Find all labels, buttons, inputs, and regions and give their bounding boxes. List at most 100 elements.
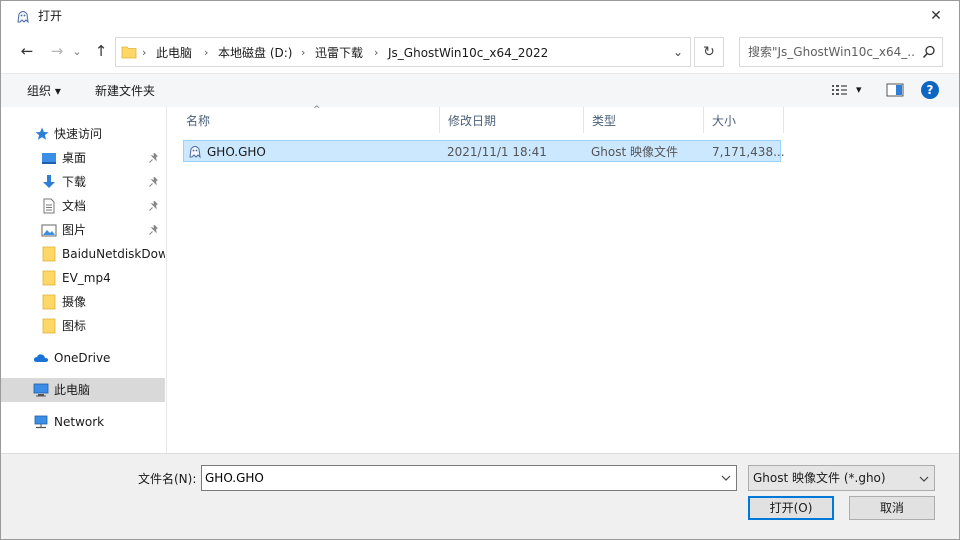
sidebar-item-quick-access[interactable]: 快速访问: [1, 122, 165, 146]
file-list-pane: 名称 ^ 修改日期 类型 大小 GHO.GHO 2021/11/1 18:41 …: [168, 105, 958, 453]
column-header-type[interactable]: 类型: [584, 107, 704, 133]
folder-icon: [42, 294, 56, 310]
breadcrumb-this-pc[interactable]: 此电脑: [156, 45, 192, 61]
refresh-button[interactable]: ↻: [694, 37, 724, 67]
sort-ascending-icon: ^: [313, 105, 321, 115]
file-type: Ghost 映像文件: [591, 145, 679, 159]
file-name-label: 文件名(N):: [138, 472, 197, 486]
sidebar-item-label: 此电脑: [54, 383, 91, 397]
close-button[interactable]: ✕: [913, 1, 959, 31]
folder-icon: [42, 318, 56, 334]
back-arrow-icon: ←: [20, 42, 34, 60]
file-row[interactable]: GHO.GHO 2021/11/1 18:41 Ghost 映像文件 7,171…: [183, 140, 785, 162]
sidebar-item-icons[interactable]: 图标: [1, 314, 165, 338]
breadcrumb-local-disk-d[interactable]: 本地磁盘 (D:): [218, 45, 292, 61]
refresh-icon: ↻: [703, 44, 715, 60]
file-modified: 2021/11/1 18:41: [447, 145, 547, 159]
picture-icon: [41, 224, 57, 237]
sidebar-item-label: 快速访问: [54, 127, 103, 141]
open-button[interactable]: 打开(O): [748, 496, 834, 520]
column-header-name[interactable]: 名称 ^: [178, 105, 440, 133]
sidebar-item-label: Network: [54, 415, 105, 429]
recent-locations-button[interactable]: ⌄: [69, 39, 85, 63]
view-details-icon[interactable]: [831, 82, 849, 98]
ghost-file-icon: [189, 146, 201, 159]
address-bar[interactable]: › 此电脑 › 本地磁盘 (D:) › 迅雷下载 › Js_GhostWin10…: [115, 37, 691, 67]
up-arrow-icon: ↑: [94, 42, 108, 60]
pin-icon: [149, 199, 159, 214]
sidebar-item-network[interactable]: Network: [1, 410, 165, 434]
sidebar-item-onedrive[interactable]: OneDrive: [1, 346, 165, 370]
sidebar-item-label: 下载: [62, 175, 87, 189]
sidebar-item-label: 桌面: [62, 151, 87, 165]
pin-icon: [149, 151, 159, 166]
sidebar-item-label: 图标: [62, 319, 87, 333]
chevron-down-icon: ⌄: [672, 45, 684, 59]
sidebar-item-this-pc[interactable]: 此电脑: [1, 378, 165, 402]
sidebar-item-downloads[interactable]: 下载: [1, 170, 165, 194]
sidebar-item-desktop[interactable]: 桌面: [1, 146, 165, 170]
file-size: 7,171,438...: [712, 145, 785, 159]
desktop-icon: [42, 153, 56, 164]
star-icon: [35, 127, 49, 140]
pin-icon: [149, 175, 159, 190]
view-options-dropdown[interactable]: ▾: [856, 82, 862, 98]
sidebar-item-label: 文档: [62, 199, 87, 213]
forward-arrow-icon: →: [50, 42, 64, 60]
column-header-label: 类型: [592, 114, 617, 128]
navigation-pane: 快速访问 桌面 下载 文档 图片 BaiduNetdiskDow EV_mp4 …: [1, 107, 167, 453]
command-toolbar: 组织 ▾ 新建文件夹 ▾ ?: [1, 73, 959, 107]
navigation-bar: ← → ⌄ ↑ › 此电脑 › 本地磁盘 (D:) › 迅雷下载 › Js_Gh…: [1, 35, 959, 69]
back-button[interactable]: ←: [15, 39, 39, 63]
document-icon: [43, 198, 55, 214]
breadcrumb-separator-icon: ›: [374, 46, 379, 59]
column-header-label: 名称: [186, 114, 211, 128]
sidebar-item-ev-mp4[interactable]: EV_mp4: [1, 266, 165, 290]
breadcrumb-separator-icon: ›: [204, 46, 209, 59]
column-header-size[interactable]: 大小: [704, 107, 784, 133]
file-type-selected-value: Ghost 映像文件 (*.gho): [753, 471, 886, 485]
address-dropdown-button[interactable]: ⌄: [666, 38, 690, 66]
file-name: GHO.GHO: [207, 145, 266, 159]
sidebar-item-label: 图片: [62, 223, 87, 237]
column-header-modified[interactable]: 修改日期: [440, 107, 584, 133]
ghost-app-icon: [17, 11, 29, 24]
new-folder-button[interactable]: 新建文件夹: [95, 83, 155, 99]
folder-icon: [121, 46, 137, 59]
network-icon: [34, 415, 48, 429]
pin-icon: [149, 223, 159, 238]
breadcrumb-separator-icon: ›: [301, 46, 306, 59]
open-file-dialog: 打开 ✕ ← → ⌄ ↑ › 此电脑 › 本地磁盘 (D:) › 迅雷下载 ›: [0, 0, 960, 540]
search-icon: [922, 45, 935, 59]
sidebar-item-baidunetdisk[interactable]: BaiduNetdiskDow: [1, 242, 165, 266]
sidebar-item-documents[interactable]: 文档: [1, 194, 165, 218]
breadcrumb-thunder-download[interactable]: 迅雷下载: [315, 45, 363, 61]
window-title: 打开: [38, 9, 63, 23]
breadcrumb-current-folder[interactable]: Js_GhostWin10c_x64_2022: [388, 45, 548, 61]
file-type-select[interactable]: Ghost 映像文件 (*.gho): [748, 465, 935, 491]
column-header-label: 修改日期: [448, 114, 497, 128]
sidebar-item-camera[interactable]: 摄像: [1, 290, 165, 314]
forward-button[interactable]: →: [45, 39, 69, 63]
sidebar-item-label: EV_mp4: [62, 271, 111, 285]
cancel-button[interactable]: 取消: [849, 496, 935, 520]
file-name-input[interactable]: [205, 470, 705, 486]
folder-icon: [42, 246, 56, 262]
chevron-down-icon[interactable]: [720, 470, 732, 486]
sidebar-item-pictures[interactable]: 图片: [1, 218, 165, 242]
breadcrumb-separator-icon: ›: [142, 46, 147, 59]
folder-icon: [42, 270, 56, 286]
organize-menu-button[interactable]: 组织 ▾: [27, 83, 61, 99]
preview-pane-icon[interactable]: [886, 82, 904, 98]
file-name-combobox[interactable]: [201, 465, 737, 491]
sidebar-item-label: 摄像: [62, 295, 87, 309]
sidebar-item-label: OneDrive: [54, 351, 111, 365]
sidebar-item-label: BaiduNetdiskDow: [62, 247, 165, 261]
download-arrow-icon: [43, 175, 55, 188]
search-box[interactable]: [739, 37, 943, 67]
help-icon[interactable]: ?: [921, 81, 939, 99]
up-button[interactable]: ↑: [89, 39, 113, 63]
computer-icon: [33, 383, 49, 397]
search-input[interactable]: [748, 44, 916, 60]
column-header-label: 大小: [712, 114, 737, 128]
